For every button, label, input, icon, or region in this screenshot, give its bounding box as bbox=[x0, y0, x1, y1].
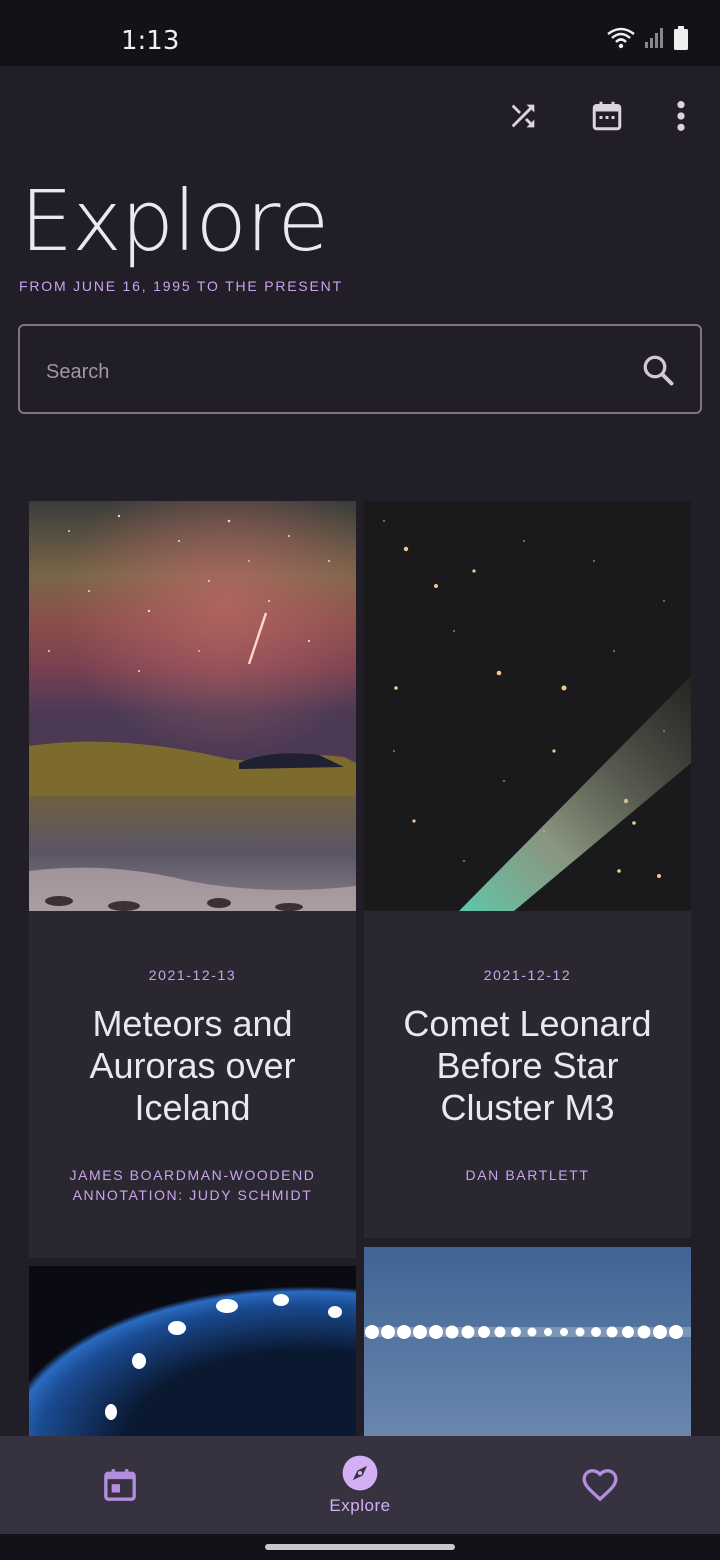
more-vert-icon bbox=[677, 101, 685, 131]
apod-card[interactable]: 2021-12-13 Meteors and Auroras over Icel… bbox=[29, 501, 356, 1258]
nav-item-calendar[interactable] bbox=[60, 1436, 180, 1534]
battery-icon bbox=[674, 26, 688, 50]
more-options-button[interactable] bbox=[657, 92, 705, 140]
card-title: Comet Leonard Before Star Cluster M3 bbox=[403, 1003, 652, 1128]
card-date: 2021-12-13 bbox=[148, 967, 237, 983]
signal-icon bbox=[645, 28, 663, 48]
page-subtitle: FROM JUNE 16, 1995 TO THE PRESENT bbox=[19, 278, 343, 294]
status-icons bbox=[606, 26, 688, 50]
credit-line: DAN BARTLETT bbox=[465, 1167, 590, 1183]
home-gesture-handle[interactable] bbox=[265, 1544, 455, 1550]
credit-line: JAMES BOARDMAN-WOODEND bbox=[69, 1167, 316, 1183]
shuffle-icon bbox=[511, 104, 535, 128]
apod-card[interactable]: 2021-12-12 Comet Leonard Before Star Clu… bbox=[364, 501, 691, 1238]
nav-label-explore: Explore bbox=[329, 1496, 391, 1515]
calendar-icon bbox=[104, 1469, 136, 1501]
credit-line: ANNOTATION: JUDY SCHMIDT bbox=[72, 1187, 313, 1203]
calendar-icon bbox=[592, 101, 622, 131]
bottom-navigation: Explore bbox=[0, 1436, 720, 1534]
nav-item-explore[interactable]: Explore bbox=[300, 1436, 420, 1534]
card-title: Meteors and Auroras over Iceland bbox=[89, 1003, 296, 1128]
search-icon[interactable] bbox=[640, 352, 676, 388]
status-bar: 1:13 bbox=[0, 0, 720, 66]
card-credit: JAMES BOARDMAN-WOODEND ANNOTATION: JUDY … bbox=[39, 1165, 346, 1205]
card-image-aurora bbox=[29, 501, 356, 911]
wifi-icon bbox=[607, 27, 635, 49]
search-input[interactable] bbox=[46, 358, 606, 386]
compass-icon bbox=[342, 1455, 378, 1491]
card-image-eclipse-sequence bbox=[364, 1247, 691, 1436]
status-time: 1:13 bbox=[121, 26, 180, 56]
search-box[interactable] bbox=[18, 324, 702, 414]
heart-icon bbox=[582, 1469, 618, 1502]
card-date: 2021-12-12 bbox=[483, 967, 572, 983]
shuffle-button[interactable] bbox=[499, 92, 547, 140]
calendar-button[interactable] bbox=[583, 92, 631, 140]
page-title: Explore bbox=[20, 172, 329, 270]
apod-card[interactable] bbox=[29, 1266, 356, 1436]
card-credit: DAN BARTLETT bbox=[374, 1165, 681, 1185]
gesture-bar bbox=[0, 1534, 720, 1560]
nav-item-favorites[interactable] bbox=[540, 1436, 660, 1534]
card-image-earth-arc bbox=[29, 1266, 356, 1436]
card-image-comet bbox=[364, 501, 691, 911]
apod-card[interactable] bbox=[364, 1247, 691, 1436]
